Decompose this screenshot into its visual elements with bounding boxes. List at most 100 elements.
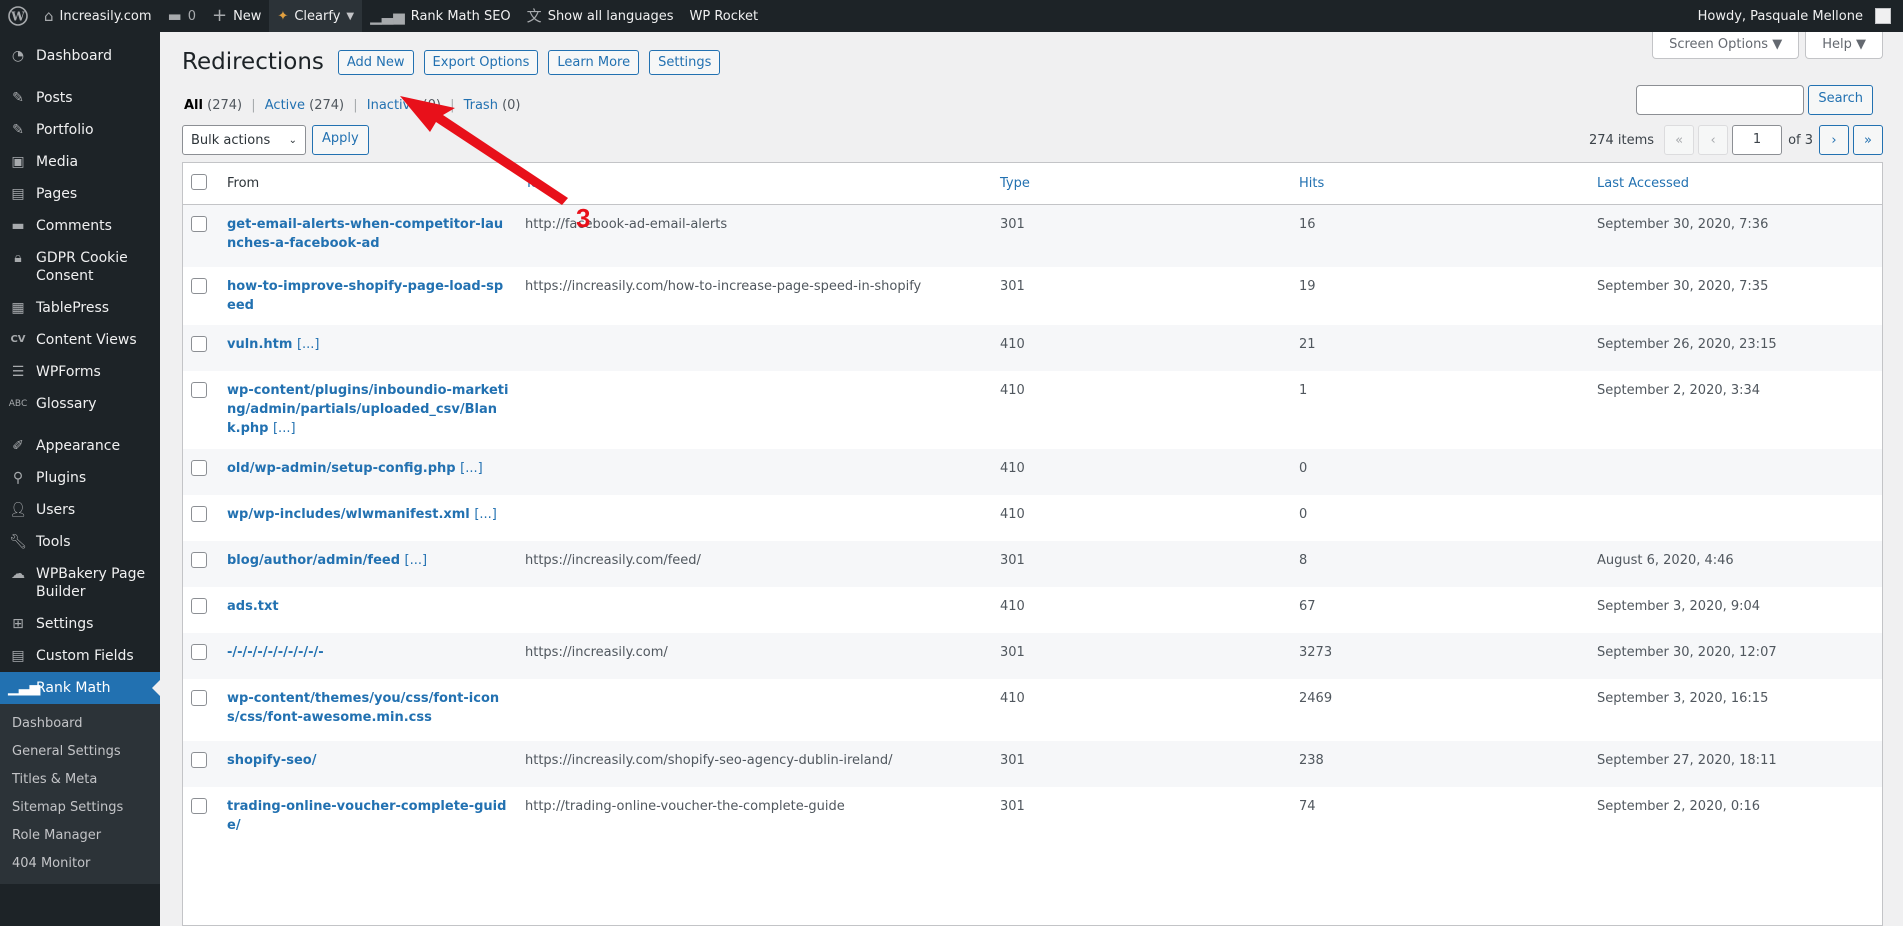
submenu-item-sitemap-settings[interactable]: Sitemap Settings (0, 794, 160, 822)
sidebar-item-portfolio[interactable]: ✎ Portfolio (0, 114, 160, 146)
sidebar-item-media[interactable]: ▣ Media (0, 146, 160, 178)
plus-icon: + (211, 5, 228, 26)
sidebar-item-appearance[interactable]: ✐ Appearance (0, 430, 160, 462)
redirect-destination: https://increasily.com/feed/ (517, 540, 992, 587)
row-checkbox[interactable] (191, 277, 207, 294)
new-content-menu[interactable]: + New (204, 0, 269, 32)
more-sources-link[interactable]: [...] (474, 507, 497, 522)
apply-button[interactable]: Apply (312, 125, 369, 155)
filter-trash[interactable]: Trash (464, 98, 498, 113)
wordpress-logo-menu[interactable]: W (0, 0, 36, 32)
column-header-to: To (517, 163, 992, 205)
comments-link[interactable]: ▬ 0 (160, 0, 204, 32)
row-checkbox[interactable] (191, 797, 207, 814)
sidebar-item-dashboard[interactable]: ◔ Dashboard (0, 40, 160, 72)
row-checkbox[interactable] (191, 751, 207, 768)
sidebar-item-users[interactable]: 👤︎ Users (0, 494, 160, 526)
redirect-source-link[interactable]: blog/author/admin/feed [...] (227, 553, 427, 568)
submenu-item-dashboard[interactable]: Dashboard (0, 710, 160, 738)
select-all-checkbox[interactable] (191, 174, 207, 190)
redirect-type: 301 (992, 740, 1291, 787)
site-name-link[interactable]: ⌂ Increasily.com (36, 0, 160, 32)
table-row: vuln.htm [...] 410 21 September 26, 2020, 2… (183, 324, 1882, 371)
more-sources-link[interactable]: [...] (405, 553, 428, 568)
screen-meta-links: Screen Options ▼ Help ▼ (1652, 32, 1883, 59)
sidebar-item-gdpr-cookie-consent[interactable]: 🔒︎ GDPR Cookie Consent (0, 242, 160, 292)
row-checkbox[interactable] (191, 643, 207, 660)
redirect-source-link[interactable]: how-to-improve-shopify-page-load-speed (227, 279, 503, 313)
more-sources-link[interactable]: [...] (273, 421, 296, 436)
row-checkbox[interactable] (191, 216, 207, 232)
filter-all[interactable]: All (184, 98, 203, 113)
redirect-source-link[interactable]: wp-content/plugins/inboundio-marketing/a… (227, 383, 508, 436)
add-new-button[interactable]: Add New (337, 49, 414, 75)
sidebar-item-posts[interactable]: ✎ Posts (0, 82, 160, 114)
redirect-source-link[interactable]: -/-/-/-/-/-/-/-/-/- (227, 645, 324, 660)
sidebar-item-tablepress[interactable]: ▦ TablePress (0, 292, 160, 324)
redirect-source-link[interactable]: trading-online-voucher-complete-guide/ (227, 799, 506, 833)
submenu-item-titles-meta[interactable]: Titles & Meta (0, 766, 160, 794)
sidebar-item-glossary[interactable]: ABC Glossary (0, 388, 160, 420)
row-checkbox[interactable] (191, 335, 207, 352)
help-button[interactable]: Help ▼ (1805, 32, 1883, 59)
submenu-item-role-manager[interactable]: Role Manager (0, 822, 160, 850)
more-sources-link[interactable]: [...] (460, 461, 483, 476)
row-checkbox[interactable] (191, 459, 207, 476)
glossary-icon: ABC (8, 399, 28, 409)
clearfy-menu[interactable]: ✦ Clearfy ▼ (269, 0, 363, 32)
translate-icon: 文 (526, 6, 542, 25)
submenu-item-404-monitor[interactable]: 404 Monitor (0, 850, 160, 878)
next-page-button[interactable]: › (1819, 125, 1849, 155)
redirect-source-link[interactable]: ads.txt (227, 599, 279, 614)
search-input[interactable] (1636, 85, 1805, 115)
filter-active[interactable]: Active (265, 98, 305, 113)
sidebar-item-comments[interactable]: ▬ Comments (0, 210, 160, 242)
redirect-type: 410 (1000, 506, 1025, 522)
first-page-button: « (1664, 125, 1695, 155)
redirect-source-link[interactable]: get-email-alerts-when-competitor-launche… (227, 217, 503, 251)
submenu-item-general-settings[interactable]: General Settings (0, 738, 160, 766)
filter-inactive[interactable]: Inactive (367, 98, 419, 113)
redirect-hits: 74 (1299, 798, 1316, 814)
current-page-input[interactable]: 1 (1732, 125, 1783, 155)
sidebar-item-settings[interactable]: ⊞ Settings (0, 608, 160, 640)
sidebar-item-custom-fields[interactable]: ▤ Custom Fields (0, 640, 160, 672)
wp-rocket-menu[interactable]: WP Rocket (682, 0, 767, 32)
cloud-icon: ☁ (11, 566, 25, 582)
screen-options-button[interactable]: Screen Options ▼ (1652, 32, 1800, 59)
last-page-button[interactable]: » (1853, 125, 1883, 155)
rank-math-seo-menu[interactable]: ▁▃▅ Rank Math SEO (362, 0, 519, 32)
sidebar-item-pages[interactable]: ▤ Pages (0, 178, 160, 210)
sidebar-item-content-views[interactable]: CV Content Views (0, 324, 160, 356)
redirect-source-link[interactable]: wp/wp-includes/wlwmanifest.xml [...] (227, 507, 497, 522)
column-header-last-accessed[interactable]: Last Accessed (1589, 163, 1882, 205)
settings-button[interactable]: Settings (649, 49, 721, 75)
redirect-source-link[interactable]: vuln.htm [...] (227, 337, 319, 352)
row-checkbox[interactable] (191, 597, 207, 614)
my-account-menu[interactable]: Howdy, Pasquale Mellone (1690, 0, 1903, 32)
pin-icon: ✎ (12, 122, 24, 138)
sidebar-item-wpbakery[interactable]: ☁ WPBakery Page Builder (0, 558, 160, 608)
sidebar-item-wpforms[interactable]: ☰ WPForms (0, 356, 160, 388)
sidebar-item-rank-math[interactable]: ▁▃▅ Rank Math (0, 672, 160, 704)
row-checkbox[interactable] (191, 381, 207, 398)
column-header-hits[interactable]: Hits (1291, 163, 1589, 205)
column-header-type[interactable]: Type (992, 163, 1291, 205)
row-checkbox[interactable] (191, 551, 207, 568)
learn-more-button[interactable]: Learn More (548, 49, 640, 75)
languages-menu[interactable]: 文 Show all languages (519, 0, 682, 32)
export-options-button[interactable]: Export Options (423, 49, 539, 75)
search-button[interactable]: Search (1808, 85, 1873, 115)
row-checkbox[interactable] (191, 505, 207, 522)
redirect-source-link[interactable]: shopify-seo/ (227, 753, 316, 768)
dashboard-icon: ◔ (11, 48, 25, 64)
redirect-source-link[interactable]: wp-content/themes/you/css/font-icons/css… (227, 691, 499, 725)
sidebar-item-plugins[interactable]: ⚲ Plugins (0, 462, 160, 494)
bulk-actions-select[interactable]: Bulk actions ⌄ (182, 125, 306, 155)
sidebar-item-tools[interactable]: 🔧︎ Tools (0, 526, 160, 558)
user-icon: 👤︎ (9, 502, 27, 518)
more-sources-link[interactable]: [...] (297, 337, 320, 352)
row-checkbox[interactable] (191, 689, 207, 706)
redirect-source-link[interactable]: old/wp-admin/setup-config.php [...] (227, 461, 483, 476)
table-row: trading-online-voucher-complete-guide/ h… (183, 787, 1882, 845)
